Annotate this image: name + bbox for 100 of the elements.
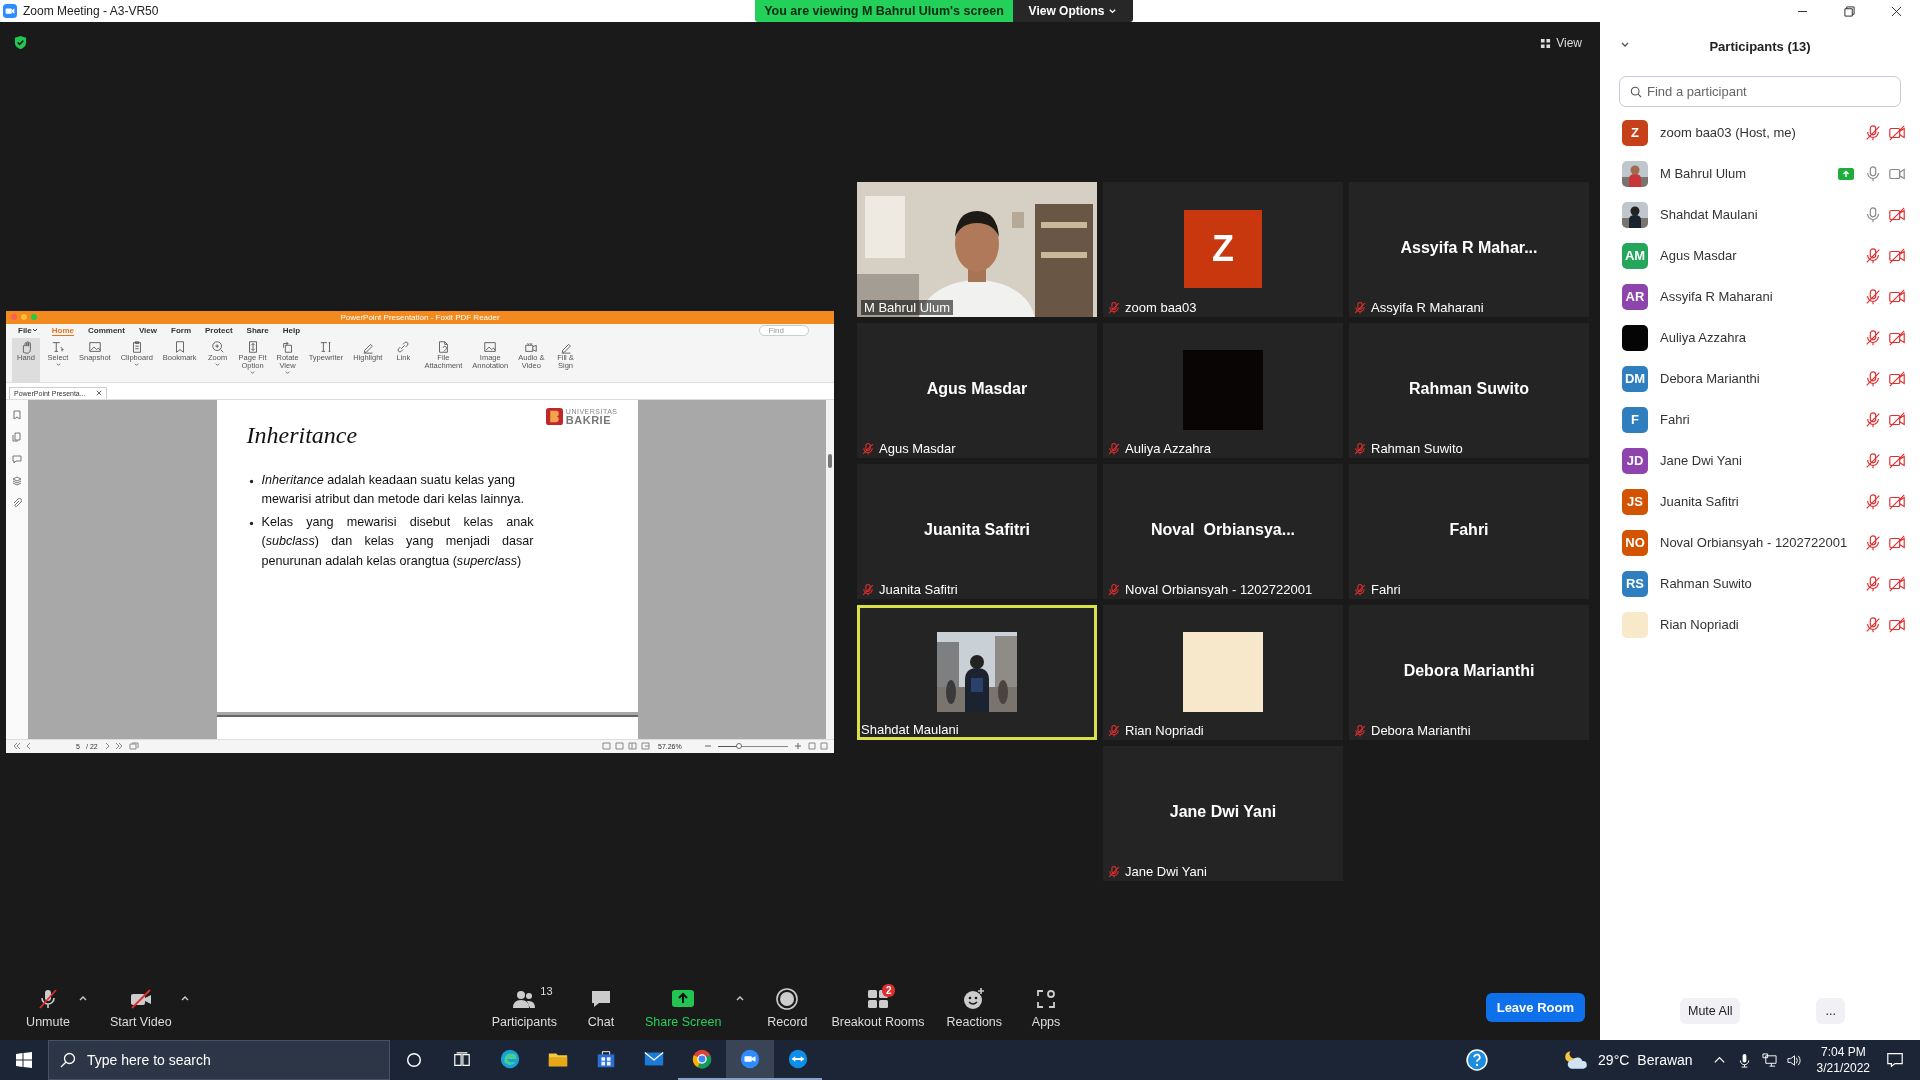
toolbar-button[interactable]: Apps bbox=[1016, 982, 1077, 1033]
participant-name: Noval Orbiansya... bbox=[1150, 520, 1296, 539]
taskbar-app[interactable] bbox=[726, 1040, 774, 1080]
text-icon bbox=[318, 339, 333, 354]
video-off-icon[interactable] bbox=[1888, 205, 1906, 224]
clock-date[interactable]: 3/21/2022 bbox=[1816, 1060, 1870, 1076]
video-off-icon[interactable] bbox=[1888, 451, 1906, 470]
menu-tab[interactable]: Comment bbox=[88, 325, 125, 336]
menu-tab[interactable]: Help bbox=[282, 325, 301, 336]
video-off-icon[interactable] bbox=[1888, 615, 1906, 634]
more-button[interactable]: ... bbox=[1816, 998, 1845, 1024]
image-icon bbox=[483, 339, 498, 354]
muted-mic-icon[interactable] bbox=[1864, 451, 1882, 470]
muted-mic-icon[interactable] bbox=[1864, 615, 1882, 634]
participant-row[interactable]: NO Noval Orbiansyah - 1202722001 bbox=[1600, 522, 1920, 563]
menu-tab[interactable]: View bbox=[138, 325, 157, 336]
video-off-icon[interactable] bbox=[1888, 410, 1906, 429]
participant-row[interactable]: Shahdat Maulani bbox=[1600, 194, 1920, 235]
participant-row[interactable]: RS Rahman Suwito bbox=[1600, 563, 1920, 604]
sharing-banner: You are viewing M Bahrul Ulum's screen bbox=[755, 0, 1013, 22]
participant-row[interactable]: AM Agus Masdar bbox=[1600, 235, 1920, 276]
volume-icon[interactable] bbox=[1786, 1052, 1802, 1068]
participant-row[interactable]: DM Debora Marianthi bbox=[1600, 358, 1920, 399]
video-off-icon[interactable] bbox=[1888, 492, 1906, 511]
participant-row[interactable]: Z zoom baa03 (Host, me) bbox=[1600, 112, 1920, 153]
notification-icon[interactable] bbox=[1886, 1051, 1904, 1069]
toolbar-button[interactable]: Reactions bbox=[938, 982, 1011, 1033]
network-icon[interactable] bbox=[1761, 1052, 1777, 1068]
muted-mic-icon[interactable] bbox=[1864, 410, 1882, 429]
view-options-button[interactable]: View Options bbox=[1013, 0, 1133, 22]
shield-icon[interactable] bbox=[13, 34, 28, 50]
participant-name: Assyifa R Mahar... bbox=[1400, 238, 1538, 257]
clock-time[interactable]: 7:04 PM bbox=[1820, 1044, 1866, 1060]
muted-mic-icon[interactable] bbox=[1864, 533, 1882, 552]
toolbar-button[interactable]: Chat bbox=[570, 982, 631, 1033]
video-off-icon[interactable] bbox=[1888, 328, 1906, 347]
mute-all-button[interactable]: Mute All bbox=[1680, 998, 1741, 1024]
muted-mic-icon[interactable] bbox=[1864, 123, 1882, 142]
muted-mic-icon[interactable] bbox=[1864, 492, 1882, 511]
circle-icon[interactable] bbox=[405, 1051, 423, 1069]
search-icon bbox=[1630, 86, 1642, 98]
temperature-text: 29°C bbox=[1598, 1052, 1630, 1068]
document-icon bbox=[436, 339, 451, 354]
help-icon[interactable] bbox=[1466, 1049, 1489, 1071]
search-field[interactable]: Type here to search bbox=[48, 1040, 390, 1080]
paperclip-icon[interactable] bbox=[12, 497, 22, 508]
menu-tab[interactable]: Protect bbox=[205, 325, 233, 336]
scrollbar-thumb[interactable] bbox=[828, 453, 832, 468]
slide-title: Inheritance bbox=[246, 421, 359, 449]
participant-name: Juanita Safitri bbox=[1660, 494, 1739, 509]
menu-tab[interactable]: Form bbox=[171, 325, 191, 336]
rotate-icon bbox=[280, 339, 295, 354]
close-icon[interactable] bbox=[1891, 5, 1902, 17]
menu-tab[interactable]: Share bbox=[246, 325, 269, 336]
toolbar-button[interactable]: 13 Participants bbox=[483, 982, 565, 1033]
toolbar-button[interactable]: Unmute bbox=[18, 982, 78, 1033]
participant-row[interactable]: AR Assyifa R Maharani bbox=[1600, 276, 1920, 317]
toolbar-button[interactable]: 2 Breakout Rooms bbox=[823, 982, 933, 1033]
participant-name: Shahdat Maulani bbox=[1660, 207, 1758, 222]
avatar: JS bbox=[1622, 488, 1648, 515]
plus-icon[interactable] bbox=[794, 742, 802, 750]
toolbar-button[interactable]: Record bbox=[757, 982, 818, 1033]
task-view-icon[interactable] bbox=[453, 1051, 471, 1069]
participant-row[interactable]: Auliya Azzahra bbox=[1600, 317, 1920, 358]
toolbar-button[interactable]: Start Video bbox=[102, 982, 180, 1033]
video-off-icon[interactable] bbox=[1888, 287, 1906, 306]
video-off-icon[interactable] bbox=[1888, 533, 1906, 552]
video-off-icon[interactable] bbox=[1888, 574, 1906, 593]
bookmark-icon[interactable] bbox=[12, 409, 22, 420]
windows-start-icon[interactable] bbox=[16, 1052, 32, 1068]
video-off-icon[interactable] bbox=[1888, 123, 1906, 142]
pages-icon[interactable] bbox=[12, 431, 22, 442]
participant-name: Rian Nopriadi bbox=[1660, 617, 1739, 632]
leave-room-button[interactable]: Leave Room bbox=[1485, 993, 1585, 1022]
participant-row[interactable]: F Fahri bbox=[1600, 399, 1920, 440]
video-off-icon[interactable] bbox=[1888, 246, 1906, 265]
muted-mic-icon[interactable] bbox=[1864, 369, 1882, 388]
menu-tab[interactable]: File bbox=[18, 325, 38, 336]
participant-name: Rahman Suwito bbox=[1371, 441, 1463, 456]
video-off-icon[interactable] bbox=[1888, 369, 1906, 388]
close-icon[interactable] bbox=[95, 390, 102, 396]
muted-mic-icon[interactable] bbox=[1864, 246, 1882, 265]
video-camera-icon bbox=[739, 1048, 761, 1070]
participant-row[interactable]: Rian Nopriadi bbox=[1600, 604, 1920, 645]
participant-name: Agus Masdar bbox=[879, 441, 956, 456]
participant-row[interactable]: JS Juanita Safitri bbox=[1600, 481, 1920, 522]
layers-icon[interactable] bbox=[12, 475, 22, 486]
participant-row[interactable]: JD Jane Dwi Yani bbox=[1600, 440, 1920, 481]
muted-mic-icon[interactable] bbox=[1864, 287, 1882, 306]
view-button[interactable]: View bbox=[1534, 32, 1588, 54]
muted-mic-icon[interactable] bbox=[1864, 328, 1882, 347]
toolbar-button[interactable]: Share Screen bbox=[636, 982, 730, 1033]
participant-name: Jane Dwi Yani bbox=[1169, 802, 1277, 821]
participant-name: Fahri bbox=[1449, 520, 1489, 539]
participant-row[interactable]: M Bahrul Ulum bbox=[1600, 153, 1920, 194]
muted-mic-icon[interactable] bbox=[1864, 574, 1882, 593]
restore-icon[interactable] bbox=[1844, 5, 1855, 17]
avatar: DM bbox=[1622, 365, 1648, 392]
comment-icon[interactable] bbox=[12, 453, 22, 464]
participant-name: M Bahrul Ulum bbox=[861, 300, 953, 315]
